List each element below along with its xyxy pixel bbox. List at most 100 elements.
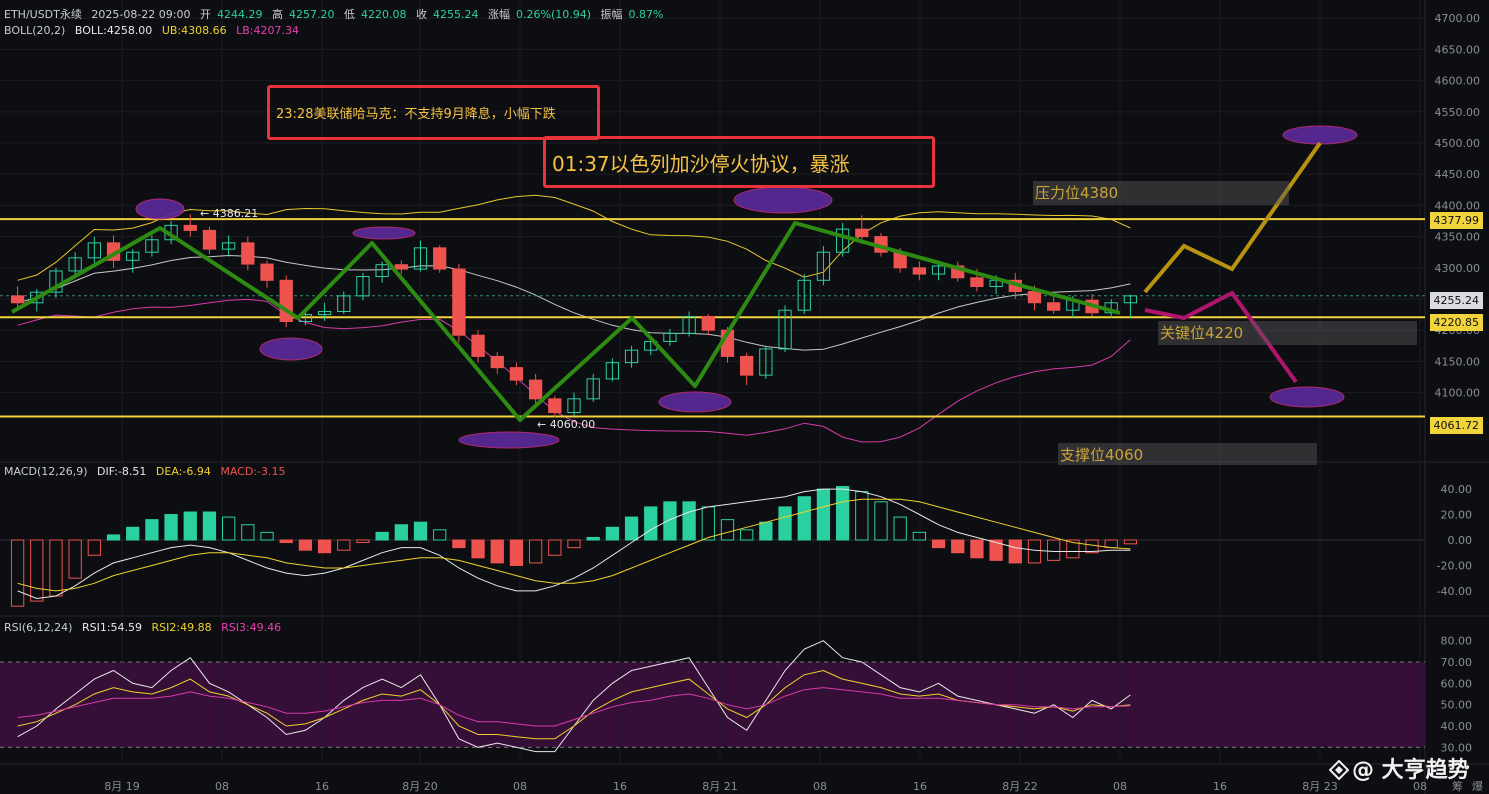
price-tick-label: 4150.00 bbox=[1435, 355, 1481, 368]
pivot-ellipse bbox=[259, 337, 323, 361]
macd-bar bbox=[605, 526, 620, 541]
macd-header: MACD(12,26,9) DIF:-8.51 DEA:-6.94 MACD:-… bbox=[4, 465, 291, 478]
macd-bar bbox=[989, 539, 1003, 561]
price-tick-label: 4400.00 bbox=[1435, 199, 1481, 212]
pivot-ellipse bbox=[352, 226, 416, 240]
macd-bar bbox=[452, 539, 466, 549]
candle-body bbox=[970, 277, 984, 288]
macd-name[interactable]: MACD(12,26,9) bbox=[4, 465, 88, 478]
open-value: 4244.29 bbox=[217, 8, 263, 21]
price-tick-label: 4450.00 bbox=[1435, 168, 1481, 181]
corner-label-2: 爆 bbox=[1472, 780, 1483, 793]
rsi3-value: RSI3:49.46 bbox=[221, 621, 282, 634]
rsi2-value: RSI2:49.88 bbox=[151, 621, 212, 634]
x-tick-label: 08 bbox=[513, 780, 527, 793]
candle-body bbox=[912, 267, 926, 275]
candle-body bbox=[241, 242, 255, 265]
macd-bar bbox=[1008, 539, 1022, 564]
x-tick-label: 08 bbox=[215, 780, 229, 793]
price-tick-label: 4600.00 bbox=[1435, 75, 1481, 88]
macd-bar bbox=[279, 539, 293, 544]
rsi-tick-label: 70.00 bbox=[1441, 656, 1473, 669]
high-value: 4257.20 bbox=[289, 8, 335, 21]
macd-bar bbox=[164, 514, 178, 541]
pivot-ellipse bbox=[658, 391, 732, 413]
low-label: 低 bbox=[344, 8, 355, 21]
price-tag-current: 4255.24 bbox=[1429, 292, 1483, 309]
boll-header: BOLL(20,2) BOLL:4258.00 UB:4308.66 LB:42… bbox=[4, 24, 305, 37]
candle-body bbox=[509, 367, 524, 381]
macd-dea: DEA:-6.94 bbox=[155, 465, 211, 478]
brand-logo-icon bbox=[1329, 760, 1349, 780]
candle-body bbox=[1047, 302, 1061, 311]
x-tick-label: 8月 19 bbox=[104, 780, 140, 793]
symbol[interactable]: ETH/USDT永续 bbox=[4, 8, 82, 21]
price-tick-label: 4550.00 bbox=[1435, 106, 1481, 119]
macd-bar bbox=[759, 521, 773, 541]
boll-value: BOLL:4258.00 bbox=[74, 24, 153, 37]
rsi-tick-label: 50.00 bbox=[1441, 699, 1473, 712]
x-tick-label: 08 bbox=[1113, 780, 1127, 793]
x-tick-label: 16 bbox=[315, 780, 329, 793]
rsi-tick-label: 40.00 bbox=[1441, 720, 1473, 733]
x-tick-label: 16 bbox=[913, 780, 927, 793]
macd-dif: DIF:-8.51 bbox=[97, 465, 147, 478]
macd-bar bbox=[797, 496, 811, 541]
candle-body bbox=[490, 355, 504, 369]
rsi1-value: RSI1:54.59 bbox=[81, 621, 143, 634]
amplitude-label: 振幅 bbox=[600, 8, 623, 21]
macd-bar bbox=[106, 534, 121, 541]
change-value: 0.26%(10.94) bbox=[516, 8, 592, 21]
candle-body bbox=[433, 247, 447, 270]
key-level-label: 关键位4220 bbox=[1158, 321, 1417, 345]
rsi-name[interactable]: RSI(6,12,24) bbox=[4, 621, 72, 634]
high-label: 高 bbox=[272, 8, 283, 21]
high-point-label: ← 4386.21 bbox=[200, 207, 259, 220]
macd-bar bbox=[394, 524, 408, 541]
price-tick-label: 4650.00 bbox=[1435, 43, 1481, 56]
price-tag-upper: 4377.99 bbox=[1429, 212, 1483, 229]
rsi-tick-label: 80.00 bbox=[1441, 635, 1473, 648]
pivot-ellipse bbox=[135, 198, 185, 220]
resistance-label: 压力位4380 bbox=[1033, 181, 1289, 205]
low-value: 4220.08 bbox=[361, 8, 407, 21]
price-tag-lower: 4061.72 bbox=[1429, 417, 1483, 434]
rsi-tick-label: 60.00 bbox=[1441, 677, 1473, 690]
macd-bar bbox=[509, 539, 524, 566]
macd-bar bbox=[183, 511, 197, 541]
macd-bar bbox=[816, 488, 831, 541]
macd-bar bbox=[951, 539, 965, 554]
x-tick-label: 16 bbox=[1213, 780, 1227, 793]
pivot-ellipse bbox=[458, 431, 560, 449]
macd-bar bbox=[375, 531, 389, 541]
candle-body bbox=[528, 379, 543, 400]
chart-canvas[interactable]: 8月 19 08 16 8月 20 08 16 8月 21 08 16 8月 22 08 16 8月 2… bbox=[0, 0, 1489, 794]
macd-bar bbox=[490, 539, 504, 564]
rsi-zone bbox=[0, 662, 1425, 748]
macd-bar bbox=[202, 511, 217, 541]
candle-body bbox=[1027, 291, 1042, 304]
candle-body bbox=[202, 229, 217, 250]
support-label: 支撑位4060 bbox=[1058, 443, 1317, 465]
price-tick-label: 4700.00 bbox=[1435, 12, 1481, 25]
candle-body bbox=[452, 268, 466, 336]
macd-bar bbox=[145, 519, 159, 541]
price-tick-label: 4100.00 bbox=[1435, 387, 1481, 400]
macd-bar bbox=[931, 539, 946, 549]
pivot-ellipse bbox=[733, 186, 833, 214]
candle-body bbox=[548, 398, 562, 414]
datetime: 2025-08-22 09:00 bbox=[91, 8, 191, 21]
corner-label-1: 筹 bbox=[1452, 780, 1463, 793]
macd-bar bbox=[413, 521, 428, 541]
candle-body bbox=[10, 295, 25, 304]
pivot-ellipse bbox=[1269, 386, 1345, 408]
x-tick-label: 8月 21 bbox=[702, 780, 738, 793]
macd-value: MACD:-3.15 bbox=[220, 465, 286, 478]
macd-bar bbox=[126, 526, 140, 541]
macd-bar bbox=[471, 539, 485, 559]
macd-bar bbox=[317, 539, 332, 554]
price-tick-label: 4300.00 bbox=[1435, 262, 1481, 275]
boll-name[interactable]: BOLL(20,2) bbox=[4, 24, 65, 37]
x-tick-label: 8月 23 bbox=[1302, 780, 1338, 793]
boll-lb: LB:4207.34 bbox=[236, 24, 299, 37]
